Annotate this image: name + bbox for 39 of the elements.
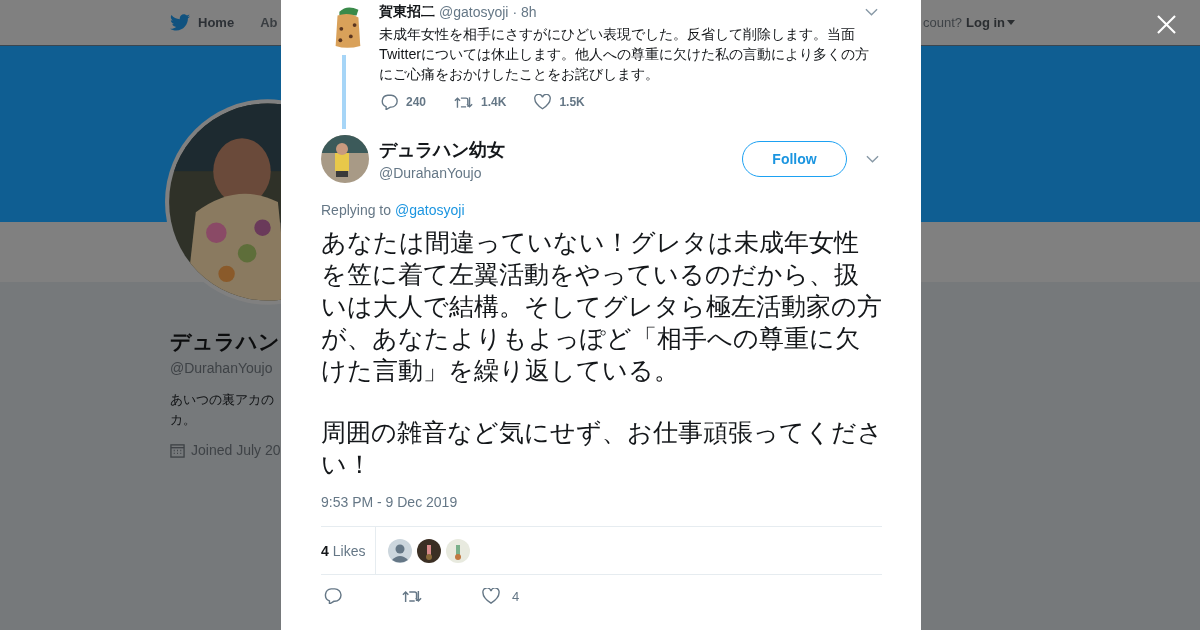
account-prompt: count?	[922, 15, 962, 30]
chevron-down-icon[interactable]	[866, 155, 879, 163]
replying-label: Replying to	[321, 202, 392, 218]
reply-icon	[381, 94, 398, 110]
profile-name: デュラハン	[170, 329, 280, 355]
profile-bio: あいつの裏アカの カ。	[170, 391, 274, 429]
author-name: デュラハン幼女	[379, 138, 505, 162]
login-button[interactable]: Log in	[966, 15, 1015, 30]
follow-button[interactable]: Follow	[742, 141, 847, 177]
retweet-button[interactable]: 1.4K	[454, 94, 507, 110]
tweet-time: · 8h	[512, 4, 537, 20]
reply-handle-link[interactable]: @gatosyoji	[395, 202, 465, 218]
retweet-icon[interactable]	[402, 588, 422, 604]
like-button[interactable]: 4	[482, 588, 520, 604]
reply-icon[interactable]	[324, 588, 342, 604]
profile-handle: @DurahanYoujo	[170, 360, 273, 376]
likes-count[interactable]: 4	[321, 542, 329, 559]
heart-icon	[534, 94, 552, 110]
like-button[interactable]: 1.5K	[534, 94, 585, 110]
author-handle: @DurahanYoujo	[379, 164, 483, 181]
author-name: 賀東招二	[379, 3, 435, 21]
tweet-text: 周囲の雑音など気にせず、お仕事頑張ってください！	[321, 418, 883, 480]
tweet-text: あなたは間違っていない！グレタは未成年女性を笠に着て左翼活動をやっているのだから、扱いは大人で結構。そしてグレタら極左活動家の方が、あなたよりもよっぽど「相手への尊重に欠けた言動」を繰り返している。	[321, 228, 883, 386]
close-icon[interactable]	[1157, 15, 1176, 34]
chevron-down-icon[interactable]	[865, 8, 878, 16]
bird-logo-icon[interactable]	[170, 14, 190, 31]
joined-date: Joined July 20	[191, 442, 281, 458]
retweet-icon	[454, 94, 474, 110]
default-avatar-icon[interactable]	[388, 538, 413, 563]
author-handle: @gatosyoji	[439, 4, 509, 20]
nav-link[interactable]: Home	[198, 15, 235, 30]
heart-icon	[482, 588, 500, 604]
reply-button[interactable]: 240	[381, 94, 427, 110]
caret-icon	[1007, 20, 1015, 25]
calendar-icon	[170, 442, 185, 458]
likes-label[interactable]: Likes	[332, 542, 366, 559]
nav-link[interactable]: Ab	[260, 15, 278, 30]
tweet-timestamp: 9:53 PM - 9 Dec 2019	[321, 494, 459, 512]
tweet-text: 未成年女性を相手にさすがにひどい表現でした。反省して削除します。当面Twitterについては休止します。他人への尊重に欠けた私の言動により多くの方にご心痛をおかけしたことをお詫びします。	[379, 25, 871, 84]
